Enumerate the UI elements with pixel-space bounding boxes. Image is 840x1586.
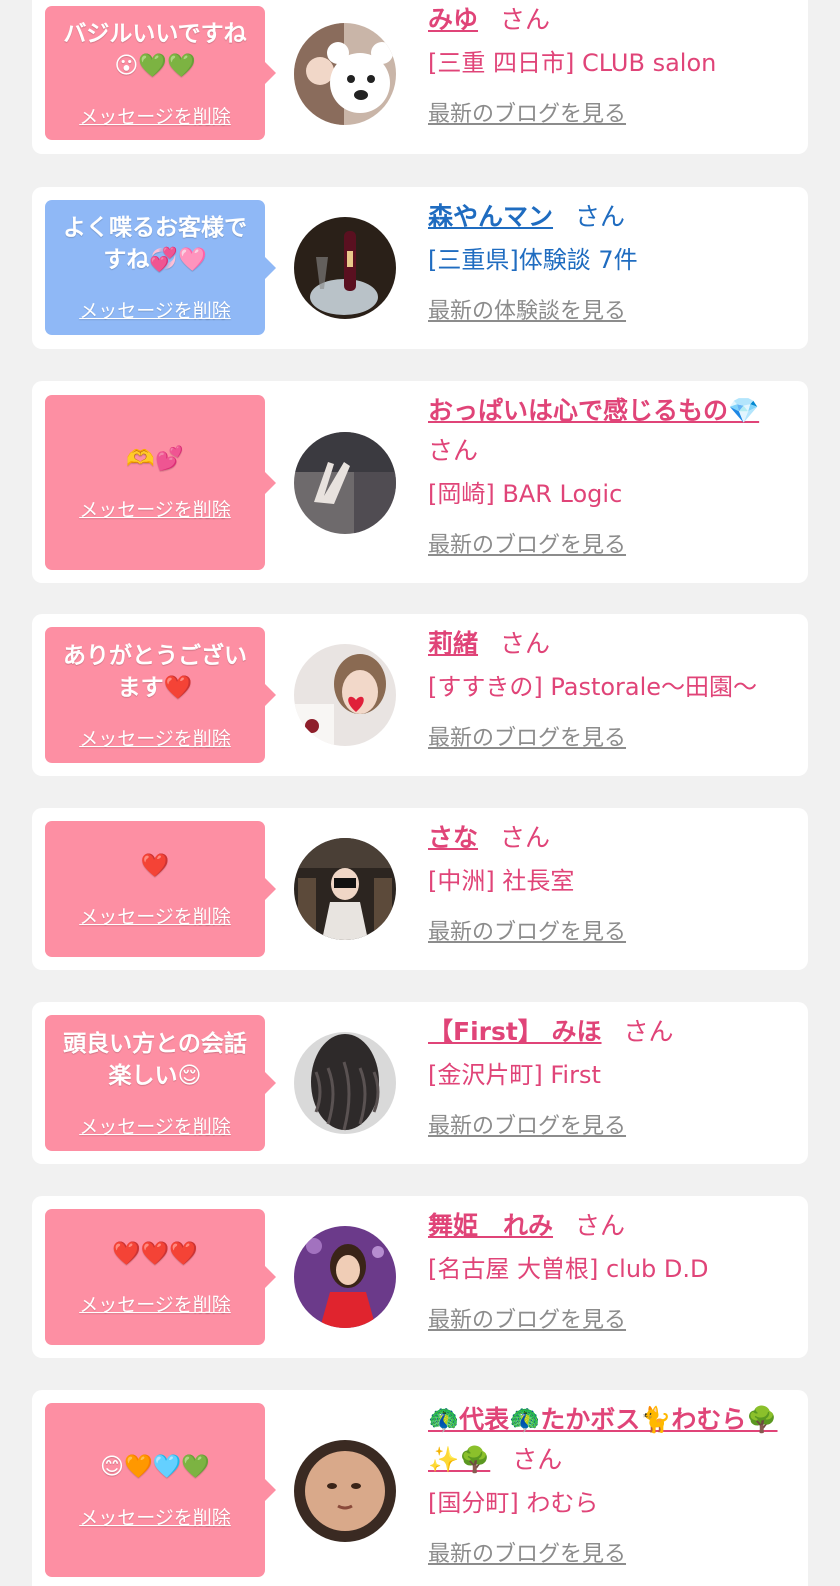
message-bubble: ❤️ メッセージを削除 [45,821,276,957]
entry-info: さな さん [中洲] 社長室 最新のブログを見る [428,818,794,948]
shop-text: [すすきの] Pastorale〜田園〜 [428,673,758,701]
message-bubble: バジルいいですね 😮💚💚 メッセージを削除 [45,6,276,140]
list-item: ❤️ メッセージを削除 さな さん [中洲] 社長室 最新のブログを見る [32,808,808,970]
name-link[interactable]: みゆ [428,5,478,34]
list-item: 🫶💕 メッセージを削除 おっぱいは心で感じるもの💎 さん [岡崎] BAR Log… [32,381,808,583]
avatar-photo [294,644,396,746]
honorific: さん [575,1211,626,1240]
message-bubble: 🫶💕 メッセージを削除 [45,395,276,570]
delete-message-link[interactable]: メッセージを削除 [79,495,231,522]
message-bubble: 😊🧡🩵💚 メッセージを削除 [45,1403,276,1577]
avatar[interactable] [294,23,396,125]
delete-message-link[interactable]: メッセージを削除 [79,724,231,751]
shop-text: [名古屋 大曽根] club D.D [428,1255,709,1283]
delete-message-link[interactable]: メッセージを削除 [79,1503,231,1530]
latest-blog-link[interactable]: 最新のブログを見る [428,1306,626,1336]
message-text: ❤️ [140,852,170,879]
avatar-photo [294,217,396,319]
shop-text: [金沢片町] First [428,1061,601,1089]
avatar-photo [294,432,396,534]
entry-info: 🦚代表🦚たかボス🐈わむら🌳✨🌳 さん [国分町] わむら 最新のブログを見る [428,1400,794,1570]
honorific: さん [500,823,551,852]
latest-blog-link[interactable]: 最新のブログを見る [428,724,626,754]
name-link[interactable]: 【First】 みほ [428,1017,602,1046]
delete-message-link[interactable]: メッセージを削除 [79,296,231,323]
delete-message-link[interactable]: メッセージを削除 [79,902,231,929]
entry-info: 舞姫 れみ さん [名古屋 大曽根] club D.D 最新のブログを見る [428,1206,794,1336]
avatar[interactable] [294,838,396,940]
message-list: バジルいいですね 😮💚💚 メッセージを削除 みゆ さん [三重 四日市] CLUB… [0,0,840,1586]
latest-blog-link[interactable]: 最新のブログを見る [428,1112,626,1142]
message-bubble: よく喋るお客様で すね💞🩷 メッセージを削除 [45,200,276,335]
avatar[interactable] [294,1032,396,1134]
name-link[interactable]: おっぱいは心で感じるもの💎 [428,396,759,425]
avatar-photo [294,1226,396,1328]
entry-info: 森やんマン さん [三重県]体験談 7件 最新の体験談を見る [428,197,794,327]
name-link[interactable]: 莉緒 [428,629,478,658]
list-item: 頭良い方との会話 楽しい😌 メッセージを削除 【First】 みほ さん [金沢片… [32,1002,808,1164]
shop-text: [三重県]体験談 7件 [428,246,638,274]
avatar[interactable] [294,1440,396,1542]
message-text: 頭良い方との会話 楽しい😌 [63,1030,247,1089]
avatar-photo [294,23,396,125]
entry-info: おっぱいは心で感じるもの💎 さん [岡崎] BAR Logic 最新のブログを見る [428,391,794,561]
message-text: ありがとうござい ます❤️ [63,642,247,701]
name-link[interactable]: 舞姫 れみ [428,1211,553,1240]
latest-blog-link[interactable]: 最新のブログを見る [428,531,626,561]
latest-blog-link[interactable]: 最新のブログを見る [428,1540,626,1570]
message-text: バジルいいですね 😮💚💚 [63,20,247,79]
honorific: さん [428,436,479,465]
list-item: 😊🧡🩵💚 メッセージを削除 🦚代表🦚たかボス🐈わむら🌳✨🌳 さん [国分町] わむ… [32,1390,808,1586]
shop-text: [中洲] 社長室 [428,867,575,895]
list-item: バジルいいですね 😮💚💚 メッセージを削除 みゆ さん [三重 四日市] CLUB… [32,0,808,154]
latest-review-link[interactable]: 最新の体験談を見る [428,297,626,327]
message-bubble: ありがとうござい ます❤️ メッセージを削除 [45,627,276,763]
shop-text: [国分町] わむら [428,1489,599,1517]
message-text: ❤️❤️❤️ [112,1240,198,1267]
name-link[interactable]: 森やんマン [428,202,553,231]
avatar-photo [294,1032,396,1134]
honorific: さん [500,629,551,658]
message-bubble: 頭良い方との会話 楽しい😌 メッセージを削除 [45,1015,276,1151]
avatar[interactable] [294,1226,396,1328]
message-bubble: ❤️❤️❤️ メッセージを削除 [45,1209,276,1345]
entry-info: 莉緒 さん [すすきの] Pastorale〜田園〜 最新のブログを見る [428,624,794,754]
list-item: よく喋るお客様で すね💞🩷 メッセージを削除 森やんマン さん [三重県]体験談 … [32,187,808,349]
latest-blog-link[interactable]: 最新のブログを見る [428,100,626,130]
avatar[interactable] [294,217,396,319]
entry-info: みゆ さん [三重 四日市] CLUB salon 最新のブログを見る [428,0,794,130]
honorific: さん [575,202,626,231]
delete-message-link[interactable]: メッセージを削除 [79,102,231,129]
delete-message-link[interactable]: メッセージを削除 [79,1112,231,1139]
message-text: 😊🧡🩵💚 [100,1453,210,1480]
message-text: 🫶💕 [126,446,184,472]
avatar[interactable] [294,644,396,746]
latest-blog-link[interactable]: 最新のブログを見る [428,918,626,948]
honorific: さん [512,1445,563,1474]
avatar-photo [294,1440,396,1542]
message-text: よく喋るお客様で すね💞🩷 [63,215,247,273]
avatar-photo [294,838,396,940]
name-link[interactable]: さな [428,823,478,852]
shop-text: [三重 四日市] CLUB salon [428,49,717,77]
avatar[interactable] [294,432,396,534]
honorific: さん [623,1017,674,1046]
entry-info: 【First】 みほ さん [金沢片町] First 最新のブログを見る [428,1012,794,1142]
delete-message-link[interactable]: メッセージを削除 [79,1290,231,1317]
shop-text: [岡崎] BAR Logic [428,480,623,508]
list-item: ❤️❤️❤️ メッセージを削除 舞姫 れみ さん [名古屋 大曽根] club D… [32,1196,808,1358]
name-link[interactable]: 🦚代表🦚たかボス🐈わむら🌳✨🌳 [428,1405,778,1474]
honorific: さん [500,5,551,34]
list-item: ありがとうござい ます❤️ メッセージを削除 莉緒 さん [すすきの] Pasto… [32,614,808,776]
